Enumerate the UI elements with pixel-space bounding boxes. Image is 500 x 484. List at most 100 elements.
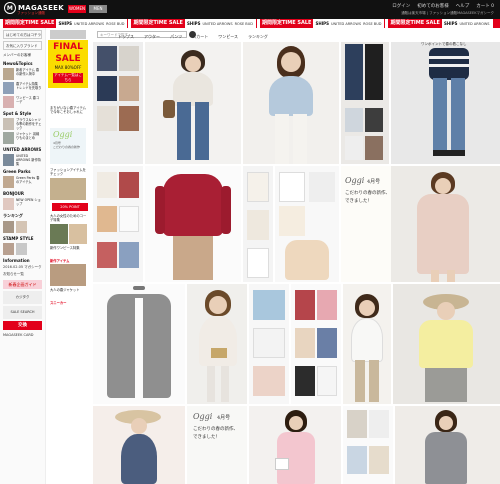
thumb [309, 172, 335, 202]
nav-onepiece[interactable]: ワンピース [218, 34, 238, 40]
logo-mark-icon: M [4, 2, 16, 14]
info-item[interactable]: 2016.02.05 マガシーク [0, 264, 45, 271]
login-link[interactable]: ログイン [392, 3, 410, 9]
rank-item[interactable] [0, 220, 45, 234]
help-link[interactable]: ヘルプ [456, 3, 470, 9]
product-photo[interactable] [249, 284, 289, 404]
sneaker-label[interactable]: スニーカー [50, 300, 66, 305]
stamp-item[interactable] [0, 242, 45, 256]
nav-tops[interactable]: トップス [118, 34, 134, 40]
news-thumbnail [3, 96, 14, 108]
product-photo[interactable] [93, 42, 143, 164]
product-photo[interactable] [249, 406, 341, 484]
product-photo[interactable] [145, 166, 241, 282]
nav-outer[interactable]: アウター [144, 34, 160, 40]
ua-thumbnail [3, 154, 14, 166]
header-links: ログイン 初めてのお客様 ヘルプ カート 0 [392, 3, 494, 9]
news-item[interactable]: 春アイテム特集 トレンドを先取り [0, 81, 45, 95]
cart-link[interactable]: カート 0 [476, 3, 494, 9]
product-photo[interactable]: Oggi 4月号 こだわりの春の新作、 できました！ [187, 406, 247, 484]
point-banner[interactable]: 20% POINT [52, 203, 88, 211]
info-item[interactable]: お知らせ一覧 [0, 271, 45, 278]
product-photo[interactable] [343, 406, 393, 484]
news-item[interactable]: 新着アイテム 春の新作入荷中 [0, 67, 45, 81]
thumb [365, 44, 383, 100]
spot-item[interactable]: ジャケット 羽織りものまとめ [0, 131, 45, 145]
product-photo[interactable] [291, 284, 341, 404]
news-item[interactable]: ワンピース 春コーデ [0, 95, 45, 109]
thumb [247, 248, 269, 278]
tab-women[interactable]: WOMEN [68, 5, 86, 13]
promo-image[interactable] [50, 224, 68, 244]
product-photo[interactable] [391, 166, 500, 282]
sale-segment[interactable]: 期間限定TIME SALE SHIPS UNITED ARROWS [385, 19, 493, 28]
product-photo[interactable]: ワンポイントで春の着こなし [391, 42, 500, 164]
bonjour-item[interactable]: NEW OPEN ショップ [0, 197, 45, 211]
promo-text[interactable]: 新作ワンピース特集 [50, 246, 88, 250]
final-sale-banner[interactable]: FINAL SALE MAX 80%OFF アイテム一覧はこちら [48, 40, 88, 88]
promo-text[interactable]: ファッションアイテムをチェック [50, 168, 88, 176]
guide-button[interactable]: はじめての方はコチラ [3, 30, 42, 39]
clutch-bag [211, 348, 227, 358]
promo-image[interactable] [50, 178, 86, 200]
nav-ranking[interactable]: ランキング [248, 34, 268, 40]
product-photo[interactable] [93, 406, 185, 484]
product-photo[interactable] [395, 406, 500, 484]
new-items-label[interactable]: 新作アイテム [50, 258, 69, 263]
thumb [317, 328, 337, 358]
oggi-mini-banner[interactable]: Oggi 4月号 こだわりの春の新作 [50, 128, 86, 164]
product-photo[interactable]: Oggi 4月号 こだわりの春の新作、 できました！ [341, 166, 391, 282]
first-time-link[interactable]: 初めてのお客様 [417, 3, 449, 9]
promo-image[interactable] [50, 264, 86, 286]
thumb [279, 172, 305, 202]
thumb [345, 136, 363, 160]
nav-pants[interactable]: パンツ [170, 34, 182, 40]
exchange-banner[interactable]: 交換 [3, 321, 42, 330]
product-photo[interactable] [145, 42, 241, 164]
nav-skirt[interactable]: スカート [192, 34, 208, 40]
model-jeans [177, 102, 191, 160]
member-login-link[interactable]: メンバーのお客様 [0, 52, 45, 59]
model-legs [221, 366, 229, 402]
logo-sub: ファッション通販 [17, 11, 45, 15]
model-legs [447, 270, 455, 282]
sale-segment[interactable]: 期間限定TIME SALE SHIPS UNITED ARROWS ROSE BUD [128, 19, 256, 28]
product-photo[interactable] [93, 284, 185, 404]
red-sweater [163, 174, 223, 236]
ua-item[interactable]: UNITED ARROWS 新作特集 [0, 153, 45, 167]
tab-men[interactable]: MEN [89, 5, 107, 13]
spot-item[interactable]: ブラウス&シャツ 今季の新作をチェック [0, 117, 45, 131]
thumb [295, 290, 315, 320]
time-sale-strip[interactable]: 期間限定TIME SALE SHIPS UNITED ARROWS ROSE BUD … [0, 19, 500, 28]
product-photo[interactable] [393, 284, 500, 404]
promo-image[interactable] [69, 224, 87, 244]
promo-text[interactable]: まちがいない春アイテムで今年こそおしゃれに [50, 106, 88, 114]
magaseek-card-link[interactable]: MAGASEEK CARD [0, 332, 45, 339]
product-photo[interactable] [243, 42, 339, 164]
product-photo[interactable] [93, 166, 143, 282]
product-photo[interactable] [243, 166, 273, 282]
caption: ワンポイントで春の着こなし [421, 42, 467, 46]
promo-text[interactable]: 大人の春ジャケット [50, 288, 88, 292]
sale-search-banner[interactable]: SALE SEARCH [3, 306, 42, 319]
green-item[interactable]: Green Parks 春のアイテム [0, 175, 45, 189]
guide-banner[interactable]: 新春企画ガイド [3, 280, 42, 289]
product-photo[interactable] [187, 284, 247, 404]
product-photo[interactable] [343, 284, 391, 404]
thumb [295, 328, 315, 358]
oggi-line: できました！ [193, 435, 220, 440]
news-thumbnail [3, 82, 14, 94]
sale-segment[interactable]: 期間限定TIME SALE SHIPS UNITED ARROWS ROSE BUD [256, 19, 385, 28]
sale-segment[interactable]: 期間限定TIME SALE SHIPS UNITED ARROWS ROSE BUD [0, 19, 128, 28]
thumb [119, 242, 139, 268]
model-top [269, 76, 313, 116]
product-photo[interactable] [341, 42, 389, 164]
favorite-brand-button[interactable]: お気に入りブランド [3, 41, 42, 50]
promo-text[interactable]: 大人の女性のためのコーデ特集 [50, 214, 88, 222]
sale-brand: UNITED ARROWS [330, 21, 362, 26]
kajitaku-banner[interactable]: カジタク [3, 291, 42, 304]
model-head [131, 418, 147, 434]
category-nav: トップス アウター パンツ スカート ワンピース ランキング [118, 34, 268, 40]
product-photo[interactable] [275, 166, 339, 282]
promo-image[interactable] [50, 30, 86, 39]
